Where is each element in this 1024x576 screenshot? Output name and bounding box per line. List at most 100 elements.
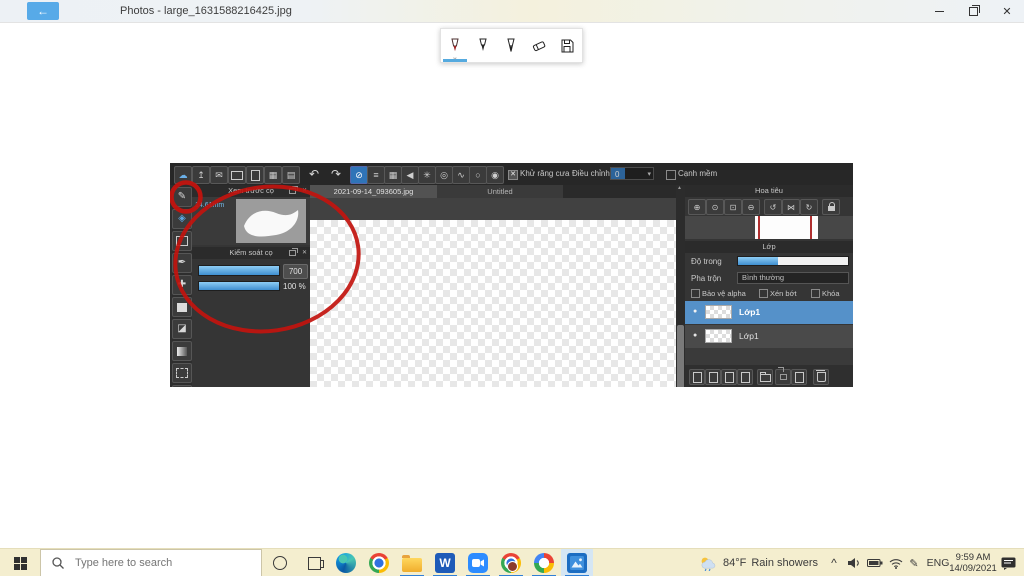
date-label: 14/09/2021 [949,563,997,574]
opacity-label: Độ trong [691,257,722,266]
brush-size-value: 700 [283,264,308,279]
window-titlebar: ← Photos - large_1631588216425.jpg ✕ [0,0,1024,23]
monitor-icon [228,166,246,184]
snap-ellipse-icon: ○ [469,166,487,184]
volume-button[interactable] [846,549,862,576]
stabilizer-label: Điều chỉnh [572,169,610,178]
task-view-icon [307,556,324,570]
word-icon: W [435,553,455,573]
clipping-label: Xén bớt [770,289,797,298]
wifi-icon [889,558,903,569]
minimize-button[interactable] [922,0,956,22]
restore-button[interactable] [956,0,990,22]
weather-icon [701,557,716,571]
language-button[interactable]: ENG [924,549,952,576]
new-8bit-layer-icon [705,369,721,385]
watercolor-tool-icon: ◈ [172,209,192,229]
move-tool-icon: ✚ [172,275,192,295]
layer-thumbnail [705,329,732,343]
zoom-out-icon: ⊖ [742,199,760,215]
search-input[interactable] [73,556,261,570]
snap-concentric-icon: ◎ [435,166,453,184]
weather-temp: 84°F [723,557,747,569]
tray-overflow-button[interactable]: ^ [826,549,842,576]
taskbar-app-edge[interactable] [330,549,362,576]
window-title: Photos - large_1631588216425.jpg [120,5,292,17]
network-button[interactable] [888,549,904,576]
taskbar-app-chrome[interactable] [363,549,395,576]
soft-edge-checkbox [666,170,676,180]
clipping-checkbox [759,289,768,298]
eraser-tool[interactable] [525,29,553,62]
panel-popout-icon [289,186,298,194]
fit-window-icon: ⊡ [724,199,742,215]
duplicate-layer-icon [775,369,791,385]
taskbar: W [0,548,1024,576]
soft-edge-label: Cạnh mềm [678,169,718,178]
stabilizer-value: 0 [615,170,620,179]
taskbar-app-chrome-profile[interactable] [495,549,527,576]
antialias-label: Khử răng cưa [520,169,570,178]
ballpoint-pen-tool[interactable]: ∨ [441,29,469,63]
flip-horizontal-icon: ⋈ [782,199,800,215]
file-explorer-icon [402,554,422,572]
calligraphy-pen-tool[interactable] [497,29,525,62]
lock-checkbox [811,289,820,298]
pen-settings-button[interactable]: ✎ [906,549,922,576]
ballpoint-pen-icon [451,38,459,51]
eraser-icon [532,40,546,51]
task-view-button[interactable] [298,549,330,576]
new-layer-icon [689,369,705,385]
taskbar-app-photos[interactable] [561,549,593,576]
pencil-tool[interactable] [469,29,497,62]
back-button[interactable]: ← [27,2,59,20]
share-icon: ↥ [192,166,210,184]
lasso-tool-icon [172,385,192,387]
blend-label: Pha trộn [691,274,722,283]
snap-grid-icon: ▦ [384,166,402,184]
cloud-icon: ☁ [174,166,192,184]
paint-canvas-area [310,198,676,387]
snap-vanishing-icon: ◀ [401,166,419,184]
weather-widget[interactable]: 84°F Rain showers [698,549,818,576]
language-label: ENG [926,557,950,569]
clock-button[interactable]: 9:59 AM 14/09/2021 [949,549,997,576]
brush-stroke-icon [244,210,299,237]
chevron-up-icon: ^ [831,556,837,570]
navigator-title: Hoa tiêu [755,186,783,195]
redo-icon: ↷ [330,167,342,181]
battery-button[interactable] [866,549,884,576]
snap-curve-icon: ∿ [452,166,470,184]
paint-top-toolbar: ☁ ↥ ✉ ▦ ▤ ↶ ↷ ⊘ ≡ ▦ ◀ ✳ ◎ ∿ ○ ◉ ✕ Khử ră… [170,163,853,186]
layer-name: Lớp1 [739,307,761,317]
layer-list-empty [685,348,853,365]
paint-document-tabs: 2021-09-14_093605.jpg Untitled [310,185,678,198]
close-button[interactable]: ✕ [990,0,1024,22]
swatch-tool-icon [172,297,192,317]
photos-app-icon [567,553,587,573]
desktop: ← Photos - large_1631588216425.jpg ✕ ∨ [0,0,1024,576]
scroll-up-icon: ▲ [677,185,682,191]
brush-control-header: Kiểm soát cọ ✕ [192,247,310,259]
dropdown-arrow-icon: ▾ [647,171,651,178]
navigator-header: Hoa tiêu [685,185,853,197]
gradient-tool-icon [172,341,192,361]
action-center-button[interactable] [998,549,1018,576]
taskbar-app-browser-ring[interactable] [528,549,560,576]
search-box[interactable] [40,549,262,576]
panel-popout-icon [289,248,298,256]
save-copy-tool[interactable] [553,29,581,62]
start-button[interactable] [0,549,40,576]
photo-image[interactable]: ☁ ↥ ✉ ▦ ▤ ↶ ↷ ⊘ ≡ ▦ ◀ ✳ ◎ ∿ ○ ◉ ✕ Khử ră… [170,163,853,387]
taskbar-app-zoom[interactable] [462,549,494,576]
paint-right-panels: Hoa tiêu ⊕ ⊙ ⊡ ⊖ ↺ ⋈ ↻ Lớp Độ trong Pha … [685,185,853,387]
rotate-right-icon: ↻ [800,199,818,215]
taskbar-app-file-explorer[interactable] [396,549,428,576]
new-1bit-layer-icon [721,369,737,385]
undo-icon: ↶ [308,167,320,181]
layer-row-selected: ● Lớp1 [685,301,853,324]
cortana-button[interactable] [264,549,296,576]
taskbar-app-word[interactable]: W [429,549,461,576]
tab-document-1: 2021-09-14_093605.jpg [310,185,437,198]
lock-label: Khóa [822,289,840,298]
